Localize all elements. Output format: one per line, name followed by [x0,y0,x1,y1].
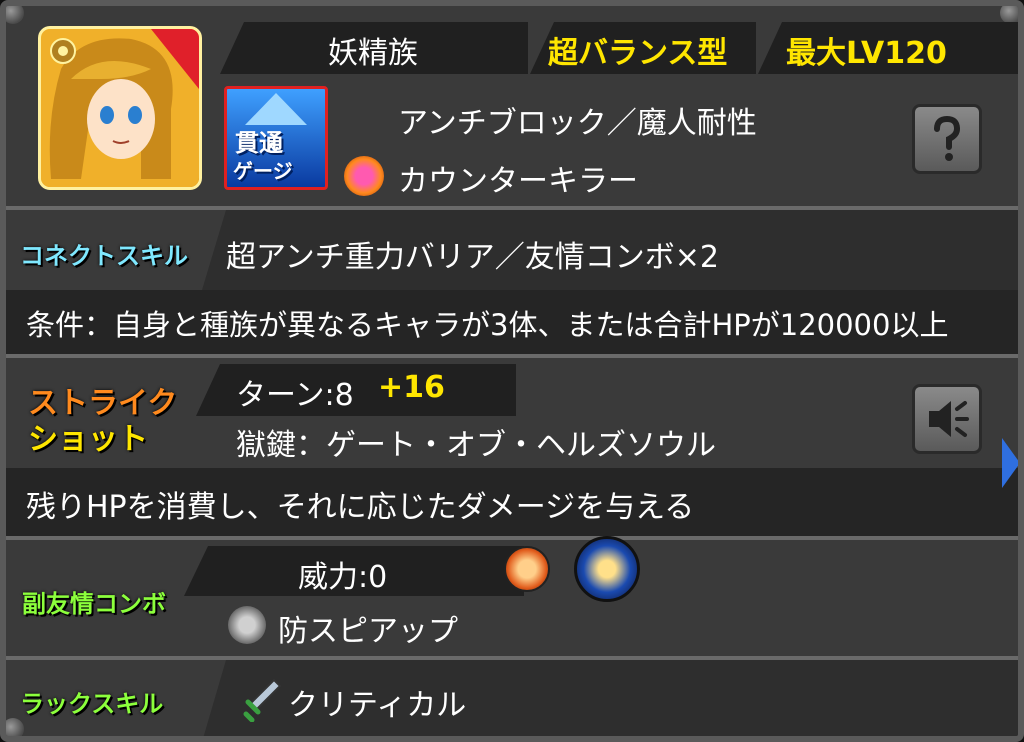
header-section: 妖精族 超バランス型 最大LV120 貫通 & ゲージ アンチブロック／魔人耐性… [6,6,1018,206]
character-art-icon [41,29,199,187]
race-text: 妖精族 [328,36,418,71]
strike-description-row: 残りHPを消費し、それに応じたダメージを与える [6,468,1018,536]
gauge-badge: 貫通 & ゲージ [224,86,328,190]
strike-description-text: 残りHPを消費し、それに応じたダメージを与える [26,490,695,525]
power-text: 威力:0 [298,560,388,595]
ability-main-text: アンチブロック／魔人耐性 [398,106,757,141]
luck-skill-name: クリティカル [288,688,467,723]
type-text: 超バランス型 [548,36,728,71]
luck-skill-label: ラックスキル [20,690,164,718]
connect-condition-text: 条件：自身と種族が異なるキャラが3体、または合計HPが120000以上 [26,308,949,342]
character-portrait[interactable] [38,26,202,190]
max-level-text: 最大LV120 [786,36,947,71]
connect-skill-name: 超アンチ重力バリア／友情コンボ×2 [226,240,720,275]
question-icon [934,115,961,161]
turns-plus-text: +16 [378,370,445,405]
strike-shot-section: ストライク ショット ターン:8 +16 獄鍵：ゲート・オブ・ヘルズソウル [6,358,1018,468]
speaker-icon [929,401,969,437]
sub-friend-label: 副友情コンボ [22,590,166,618]
sword-icon [243,678,282,722]
voice-button[interactable] [912,384,982,454]
shield-speed-badge-icon [574,536,640,602]
character-detail-panel: 妖精族 超バランス型 最大LV120 貫通 & ゲージ アンチブロック／魔人耐性… [0,0,1024,742]
luck-skill-section: ラックスキル クリティカル [6,660,1018,736]
strike-name-text: 獄鍵：ゲート・オブ・ヘルズソウル [236,428,716,463]
sub-friend-name: 防スピアップ [278,614,458,649]
gauge-ability-icon [344,156,384,196]
connect-skill-label: コネクトスキル [20,242,188,270]
connect-condition-row: 条件：自身と種族が異なるキャラが3体、または合計HPが120000以上 [6,290,1018,354]
connect-skill-section: コネクトスキル 超アンチ重力バリア／友情コンボ×2 [6,210,1018,290]
gauge-badge-line2: ゲージ [233,159,293,183]
strike-label-line2: ショット [28,422,148,457]
friend-combo-icon [228,606,266,644]
arrow-right-icon[interactable] [1002,438,1020,488]
turns-text: ターン:8 [236,378,354,413]
sub-friend-section: 副友情コンボ 威力:0 防スピアップ [6,536,1018,656]
help-button[interactable] [912,104,982,174]
fist-badge-icon [504,546,550,592]
ability-gauge-text: カウンターキラー [398,164,638,199]
